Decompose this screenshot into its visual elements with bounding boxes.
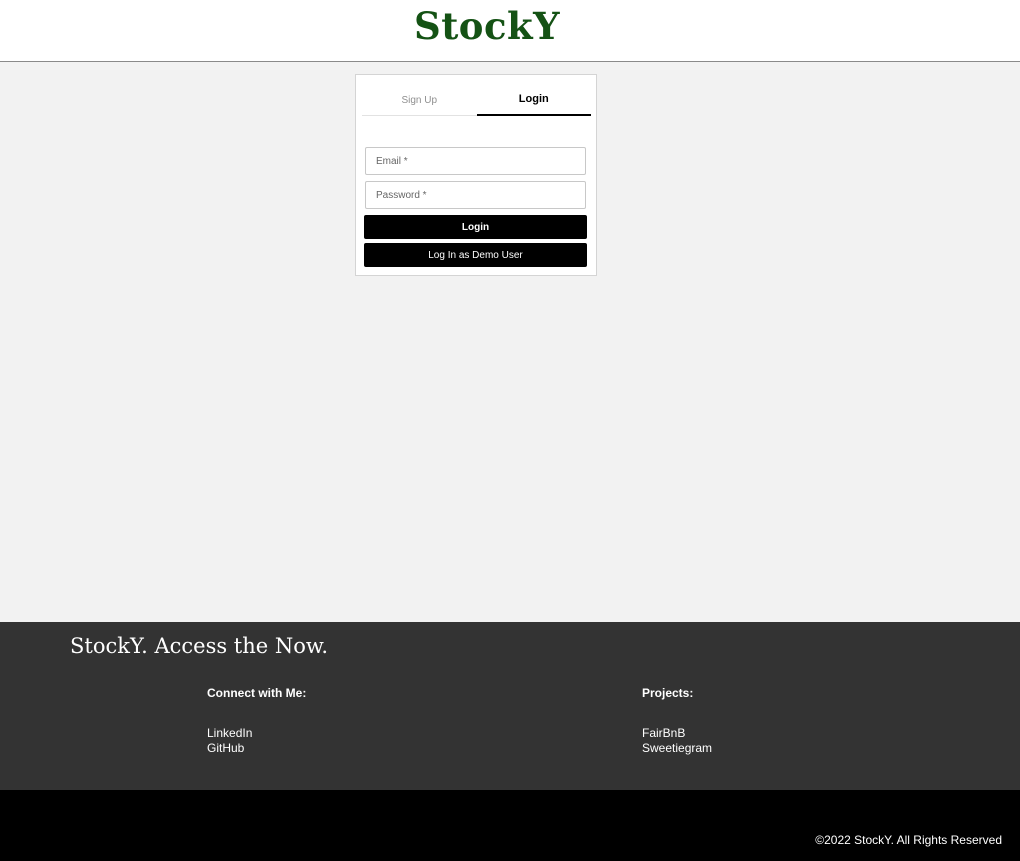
email-field[interactable] — [365, 147, 586, 175]
footer-tagline: StockY. Access the Now. — [70, 634, 329, 658]
auth-card: Sign Up Login Login Log In as Demo User — [355, 74, 597, 276]
tab-login[interactable]: Login — [476, 83, 592, 116]
copyright-text: ©2022 StockY. All Rights Reserved — [815, 833, 1002, 847]
linkedin-link[interactable]: LinkedIn — [207, 726, 306, 741]
projects-heading: Projects: — [642, 686, 694, 700]
password-field[interactable] — [365, 181, 586, 209]
connect-heading: Connect with Me: — [207, 686, 307, 700]
login-button[interactable]: Login — [364, 215, 587, 239]
footer: StockY. Access the Now. Connect with Me:… — [0, 622, 1020, 790]
footer-bottom-bar: ©2022 StockY. All Rights Reserved — [0, 790, 1020, 861]
demo-login-button[interactable]: Log In as Demo User — [364, 243, 587, 267]
footer-projects-section: Projects: FairBnB Sweetiegram — [642, 686, 712, 756]
sweetiegram-link[interactable]: Sweetiegram — [642, 741, 712, 756]
site-header: StockY — [0, 0, 1020, 62]
github-link[interactable]: GitHub — [207, 741, 306, 756]
footer-connect-section: Connect with Me: LinkedIn GitHub — [207, 686, 306, 756]
auth-tabs: Sign Up Login — [362, 83, 591, 116]
brand-logo[interactable]: StockY — [414, 4, 560, 48]
fairbnb-link[interactable]: FairBnB — [642, 726, 712, 741]
tab-sign-up[interactable]: Sign Up — [362, 83, 477, 115]
